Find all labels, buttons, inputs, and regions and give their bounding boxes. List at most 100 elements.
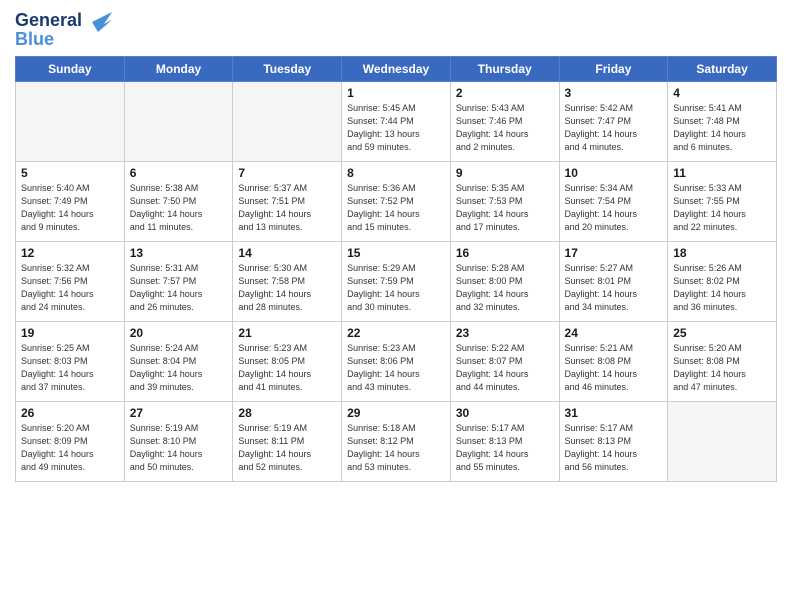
calendar-cell: 1 Sunrise: 5:45 AMSunset: 7:44 PMDaylight… [342,81,451,161]
day-info: Sunrise: 5:42 AMSunset: 7:47 PMDaylight:… [565,102,663,154]
day-info: Sunrise: 5:18 AMSunset: 8:12 PMDaylight:… [347,422,445,474]
calendar-cell: 2 Sunrise: 5:43 AMSunset: 7:46 PMDaylight… [450,81,559,161]
week-row-5: 26 Sunrise: 5:20 AMSunset: 8:09 PMDayligh… [16,401,777,481]
week-row-1: 1 Sunrise: 5:45 AMSunset: 7:44 PMDaylight… [16,81,777,161]
calendar-cell: 5 Sunrise: 5:40 AMSunset: 7:49 PMDaylight… [16,161,125,241]
day-info: Sunrise: 5:31 AMSunset: 7:57 PMDaylight:… [130,262,228,314]
day-number: 30 [456,406,554,420]
day-number: 15 [347,246,445,260]
week-row-3: 12 Sunrise: 5:32 AMSunset: 7:56 PMDayligh… [16,241,777,321]
day-number: 10 [565,166,663,180]
calendar-cell: 17 Sunrise: 5:27 AMSunset: 8:01 PMDayligh… [559,241,668,321]
day-info: Sunrise: 5:43 AMSunset: 7:46 PMDaylight:… [456,102,554,154]
day-header-monday: Monday [124,56,233,81]
day-info: Sunrise: 5:24 AMSunset: 8:04 PMDaylight:… [130,342,228,394]
day-number: 21 [238,326,336,340]
day-info: Sunrise: 5:23 AMSunset: 8:05 PMDaylight:… [238,342,336,394]
day-info: Sunrise: 5:45 AMSunset: 7:44 PMDaylight:… [347,102,445,154]
week-row-4: 19 Sunrise: 5:25 AMSunset: 8:03 PMDayligh… [16,321,777,401]
calendar-cell: 13 Sunrise: 5:31 AMSunset: 7:57 PMDayligh… [124,241,233,321]
day-number: 7 [238,166,336,180]
day-number: 16 [456,246,554,260]
day-info: Sunrise: 5:30 AMSunset: 7:58 PMDaylight:… [238,262,336,314]
day-number: 17 [565,246,663,260]
day-number: 12 [21,246,119,260]
day-info: Sunrise: 5:21 AMSunset: 8:08 PMDaylight:… [565,342,663,394]
calendar-cell: 31Sunrise: 5:17 AMSunset: 8:13 PMDayligh… [559,401,668,481]
day-header-sunday: Sunday [16,56,125,81]
logo-text-blue: Blue [15,30,54,50]
calendar-cell: 10 Sunrise: 5:34 AMSunset: 7:54 PMDayligh… [559,161,668,241]
day-info: Sunrise: 5:38 AMSunset: 7:50 PMDaylight:… [130,182,228,234]
calendar-cell: 6 Sunrise: 5:38 AMSunset: 7:50 PMDaylight… [124,161,233,241]
day-number: 6 [130,166,228,180]
day-number: 11 [673,166,771,180]
calendar-cell: 22Sunrise: 5:23 AMSunset: 8:06 PMDayligh… [342,321,451,401]
day-number: 2 [456,86,554,100]
day-number: 4 [673,86,771,100]
day-number: 25 [673,326,771,340]
day-info: Sunrise: 5:28 AMSunset: 8:00 PMDaylight:… [456,262,554,314]
calendar-cell: 11Sunrise: 5:33 AMSunset: 7:55 PMDayligh… [668,161,777,241]
calendar-cell: 26 Sunrise: 5:20 AMSunset: 8:09 PMDayligh… [16,401,125,481]
calendar-cell: 21 Sunrise: 5:23 AMSunset: 8:05 PMDayligh… [233,321,342,401]
day-info: Sunrise: 5:26 AMSunset: 8:02 PMDaylight:… [673,262,771,314]
calendar-cell: 18Sunrise: 5:26 AMSunset: 8:02 PMDayligh… [668,241,777,321]
day-info: Sunrise: 5:41 AMSunset: 7:48 PMDaylight:… [673,102,771,154]
day-number: 19 [21,326,119,340]
day-header-friday: Friday [559,56,668,81]
calendar-cell: 7 Sunrise: 5:37 AMSunset: 7:51 PMDaylight… [233,161,342,241]
day-info: Sunrise: 5:37 AMSunset: 7:51 PMDaylight:… [238,182,336,234]
day-number: 13 [130,246,228,260]
day-number: 3 [565,86,663,100]
day-info: Sunrise: 5:19 AMSunset: 8:10 PMDaylight:… [130,422,228,474]
calendar-cell [124,81,233,161]
day-number: 27 [130,406,228,420]
day-info: Sunrise: 5:20 AMSunset: 8:09 PMDaylight:… [21,422,119,474]
calendar: SundayMondayTuesdayWednesdayThursdayFrid… [15,56,777,482]
day-number: 20 [130,326,228,340]
day-number: 8 [347,166,445,180]
logo: General Blue [15,10,112,50]
day-info: Sunrise: 5:17 AMSunset: 8:13 PMDaylight:… [456,422,554,474]
logo-text-general: General [15,11,82,31]
calendar-cell: 28Sunrise: 5:19 AMSunset: 8:11 PMDayligh… [233,401,342,481]
calendar-cell: 30 Sunrise: 5:17 AMSunset: 8:13 PMDayligh… [450,401,559,481]
calendar-cell [233,81,342,161]
day-info: Sunrise: 5:32 AMSunset: 7:56 PMDaylight:… [21,262,119,314]
day-header-thursday: Thursday [450,56,559,81]
calendar-cell: 16 Sunrise: 5:28 AMSunset: 8:00 PMDayligh… [450,241,559,321]
day-number: 22 [347,326,445,340]
calendar-cell: 15 Sunrise: 5:29 AMSunset: 7:59 PMDayligh… [342,241,451,321]
day-number: 5 [21,166,119,180]
day-number: 23 [456,326,554,340]
day-info: Sunrise: 5:29 AMSunset: 7:59 PMDaylight:… [347,262,445,314]
day-number: 26 [21,406,119,420]
calendar-cell: 27 Sunrise: 5:19 AMSunset: 8:10 PMDayligh… [124,401,233,481]
day-header-wednesday: Wednesday [342,56,451,81]
day-number: 1 [347,86,445,100]
calendar-cell: 14 Sunrise: 5:30 AMSunset: 7:58 PMDayligh… [233,241,342,321]
day-info: Sunrise: 5:25 AMSunset: 8:03 PMDaylight:… [21,342,119,394]
calendar-cell: 9 Sunrise: 5:35 AMSunset: 7:53 PMDaylight… [450,161,559,241]
day-header-saturday: Saturday [668,56,777,81]
day-info: Sunrise: 5:19 AMSunset: 8:11 PMDaylight:… [238,422,336,474]
calendar-cell: 19 Sunrise: 5:25 AMSunset: 8:03 PMDayligh… [16,321,125,401]
day-info: Sunrise: 5:40 AMSunset: 7:49 PMDaylight:… [21,182,119,234]
day-number: 14 [238,246,336,260]
calendar-cell: 4 Sunrise: 5:41 AMSunset: 7:48 PMDaylight… [668,81,777,161]
day-info: Sunrise: 5:34 AMSunset: 7:54 PMDaylight:… [565,182,663,234]
calendar-cell: 25 Sunrise: 5:20 AMSunset: 8:08 PMDayligh… [668,321,777,401]
day-info: Sunrise: 5:20 AMSunset: 8:08 PMDaylight:… [673,342,771,394]
calendar-cell [668,401,777,481]
page-header: General Blue [15,10,777,50]
calendar-cell [16,81,125,161]
day-info: Sunrise: 5:27 AMSunset: 8:01 PMDaylight:… [565,262,663,314]
day-info: Sunrise: 5:22 AMSunset: 8:07 PMDaylight:… [456,342,554,394]
day-info: Sunrise: 5:35 AMSunset: 7:53 PMDaylight:… [456,182,554,234]
calendar-cell: 29Sunrise: 5:18 AMSunset: 8:12 PMDayligh… [342,401,451,481]
calendar-cell: 20 Sunrise: 5:24 AMSunset: 8:04 PMDayligh… [124,321,233,401]
calendar-cell: 8Sunrise: 5:36 AMSunset: 7:52 PMDaylight… [342,161,451,241]
day-number: 9 [456,166,554,180]
calendar-cell: 3 Sunrise: 5:42 AMSunset: 7:47 PMDaylight… [559,81,668,161]
